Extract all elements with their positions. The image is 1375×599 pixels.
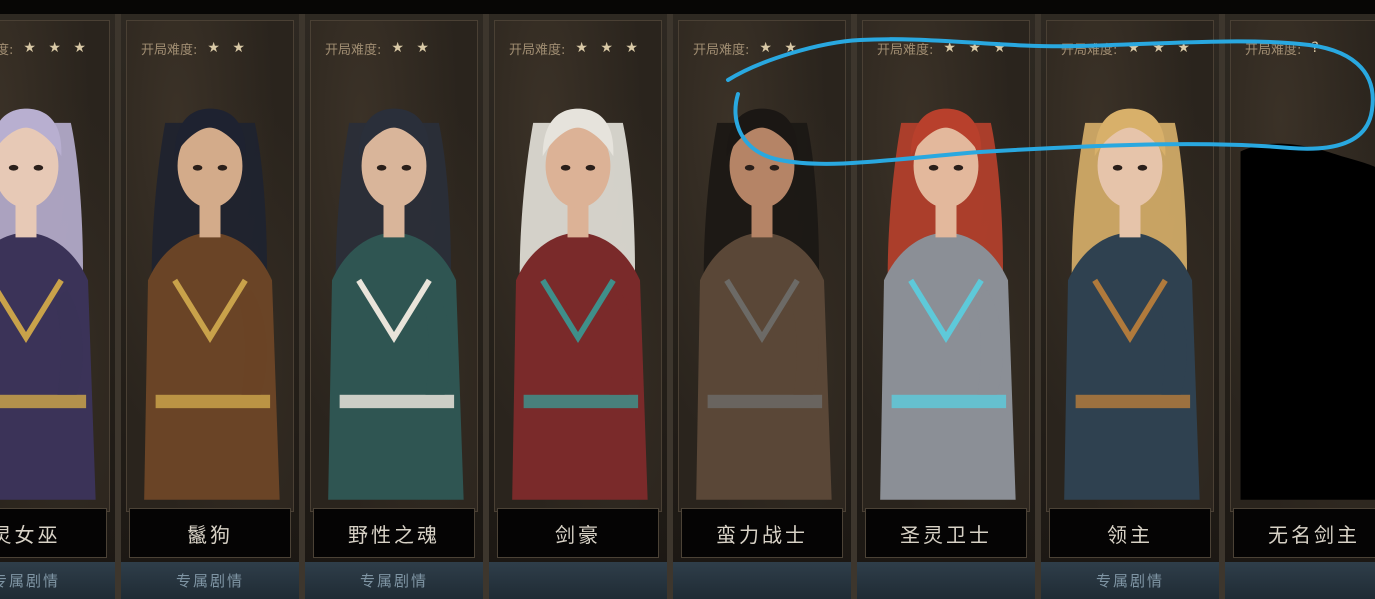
exclusive-story-tab[interactable]: 专属剧情: [0, 562, 115, 599]
exclusive-story-tab[interactable]: 专属剧情: [1041, 562, 1219, 599]
swordmaster-portrait: [512, 108, 648, 500]
difficulty-label: 开局难度:: [1245, 42, 1302, 58]
brute-warrior-portrait: [696, 108, 832, 500]
character-name: 无名剑主: [1233, 508, 1375, 558]
right-eye: [33, 164, 44, 171]
story-label: 专属剧情: [175, 572, 244, 590]
locked-silhouette: [1240, 143, 1375, 500]
difficulty-row: 开局难度: ★ ★ ★: [0, 39, 90, 58]
lord-portrait: [1064, 108, 1200, 500]
character-name: 灵女巫: [0, 508, 107, 558]
character-card-swordmaster[interactable]: 开局难度: ★ ★ ★ 剑豪: [486, 14, 670, 599]
right-eye: [953, 164, 964, 171]
witch-portrait: [0, 108, 96, 500]
difficulty-stars: ★ ★ ★: [23, 40, 90, 56]
difficulty-row: 开局难度: ★ ★ ★: [877, 39, 1010, 58]
story-tab-empty[interactable]: [489, 562, 667, 599]
right-eye: [401, 164, 412, 171]
right-eye: [585, 164, 596, 171]
difficulty-stars: ★ ★: [759, 40, 801, 56]
belt-accent: [891, 394, 1007, 409]
difficulty-stars: ?: [1311, 40, 1323, 56]
holy-guardian-portrait: [880, 108, 1016, 500]
character-card-hyena[interactable]: 开局难度: ★ ★ 鬣狗 专属剧情: [118, 14, 302, 599]
character-name: 蛮力战士: [681, 508, 843, 558]
belt-accent: [707, 394, 823, 409]
difficulty-label: 开局难度:: [877, 42, 934, 58]
hyena-portrait: [144, 108, 280, 500]
difficulty-label: 开局难度:: [0, 42, 14, 58]
exclusive-story-tab[interactable]: 专属剧情: [121, 562, 299, 599]
portrait-frame: 开局难度: ★ ★: [678, 20, 846, 512]
difficulty-row: 开局难度: ★ ★: [693, 39, 801, 58]
right-eye: [769, 164, 780, 171]
character-name: 鬣狗: [129, 508, 291, 558]
left-eye: [744, 164, 755, 171]
locked-silhouette-portrait: [1240, 143, 1375, 500]
character-card-brute-warrior[interactable]: 开局难度: ★ ★ 蛮力战士: [670, 14, 854, 599]
character-name: 野性之魂: [313, 508, 475, 558]
difficulty-label: 开局难度:: [509, 42, 566, 58]
difficulty-label: 开局难度:: [325, 42, 382, 58]
right-eye: [217, 164, 228, 171]
belt-accent: [155, 394, 271, 409]
character-name: 领主: [1049, 508, 1211, 558]
belt-accent: [0, 394, 87, 409]
story-tab-empty[interactable]: [1225, 562, 1375, 599]
character-name: 剑豪: [497, 508, 659, 558]
difficulty-row: 开局难度: ★ ★ ★: [509, 39, 642, 58]
difficulty-row: 开局难度: ★ ★: [325, 39, 433, 58]
left-eye: [928, 164, 939, 171]
difficulty-stars: ★ ★: [207, 40, 249, 56]
difficulty-stars: ★ ★ ★: [943, 40, 1010, 56]
belt-accent: [523, 394, 639, 409]
left-eye: [376, 164, 387, 171]
wild-soul-portrait: [328, 108, 464, 500]
character-card-wild-soul[interactable]: 开局难度: ★ ★ 野性之魂 专属剧情: [302, 14, 486, 599]
portrait-frame: 开局难度: ★ ★ ★: [1046, 20, 1214, 512]
portrait-frame: 开局难度: ?: [1230, 20, 1375, 512]
character-card-nameless-swordlord[interactable]: 开局难度: ? 无名剑主: [1222, 14, 1375, 599]
portrait-frame: 开局难度: ★ ★ ★: [0, 20, 110, 512]
left-eye: [1112, 164, 1123, 171]
left-eye: [8, 164, 19, 171]
left-eye: [192, 164, 203, 171]
difficulty-stars: ★ ★: [391, 40, 433, 56]
difficulty-row: 开局难度: ★ ★ ★: [1061, 39, 1194, 58]
difficulty-label: 开局难度:: [693, 42, 750, 58]
portrait-frame: 开局难度: ★ ★: [126, 20, 294, 512]
character-card-holy-guardian[interactable]: 开局难度: ★ ★ ★ 圣灵卫士: [854, 14, 1038, 599]
story-label: 专属剧情: [1095, 572, 1164, 590]
story-tab-empty[interactable]: [857, 562, 1035, 599]
exclusive-story-tab[interactable]: 专属剧情: [305, 562, 483, 599]
character-card-lord[interactable]: 开局难度: ★ ★ ★ 领主 专属剧情: [1038, 14, 1222, 599]
difficulty-stars: ★ ★ ★: [1127, 40, 1194, 56]
difficulty-stars: ★ ★ ★: [575, 40, 642, 56]
portrait-frame: 开局难度: ★ ★: [310, 20, 478, 512]
story-tab-empty[interactable]: [673, 562, 851, 599]
difficulty-label: 开局难度:: [141, 42, 198, 58]
portrait-frame: 开局难度: ★ ★ ★: [862, 20, 1030, 512]
difficulty-label: 开局难度:: [1061, 42, 1118, 58]
character-name: 圣灵卫士: [865, 508, 1027, 558]
story-label: 专属剧情: [359, 572, 428, 590]
belt-accent: [339, 394, 455, 409]
left-eye: [560, 164, 571, 171]
character-card-witch[interactable]: 开局难度: ★ ★ ★ 灵女巫 专属剧情: [0, 14, 118, 599]
difficulty-row: 开局难度: ★ ★: [141, 39, 249, 58]
right-eye: [1137, 164, 1148, 171]
top-bar: [0, 0, 1375, 14]
difficulty-row: 开局难度: ?: [1245, 39, 1323, 58]
belt-accent: [1075, 394, 1191, 409]
portrait-frame: 开局难度: ★ ★ ★: [494, 20, 662, 512]
story-label: 专属剧情: [0, 572, 60, 590]
